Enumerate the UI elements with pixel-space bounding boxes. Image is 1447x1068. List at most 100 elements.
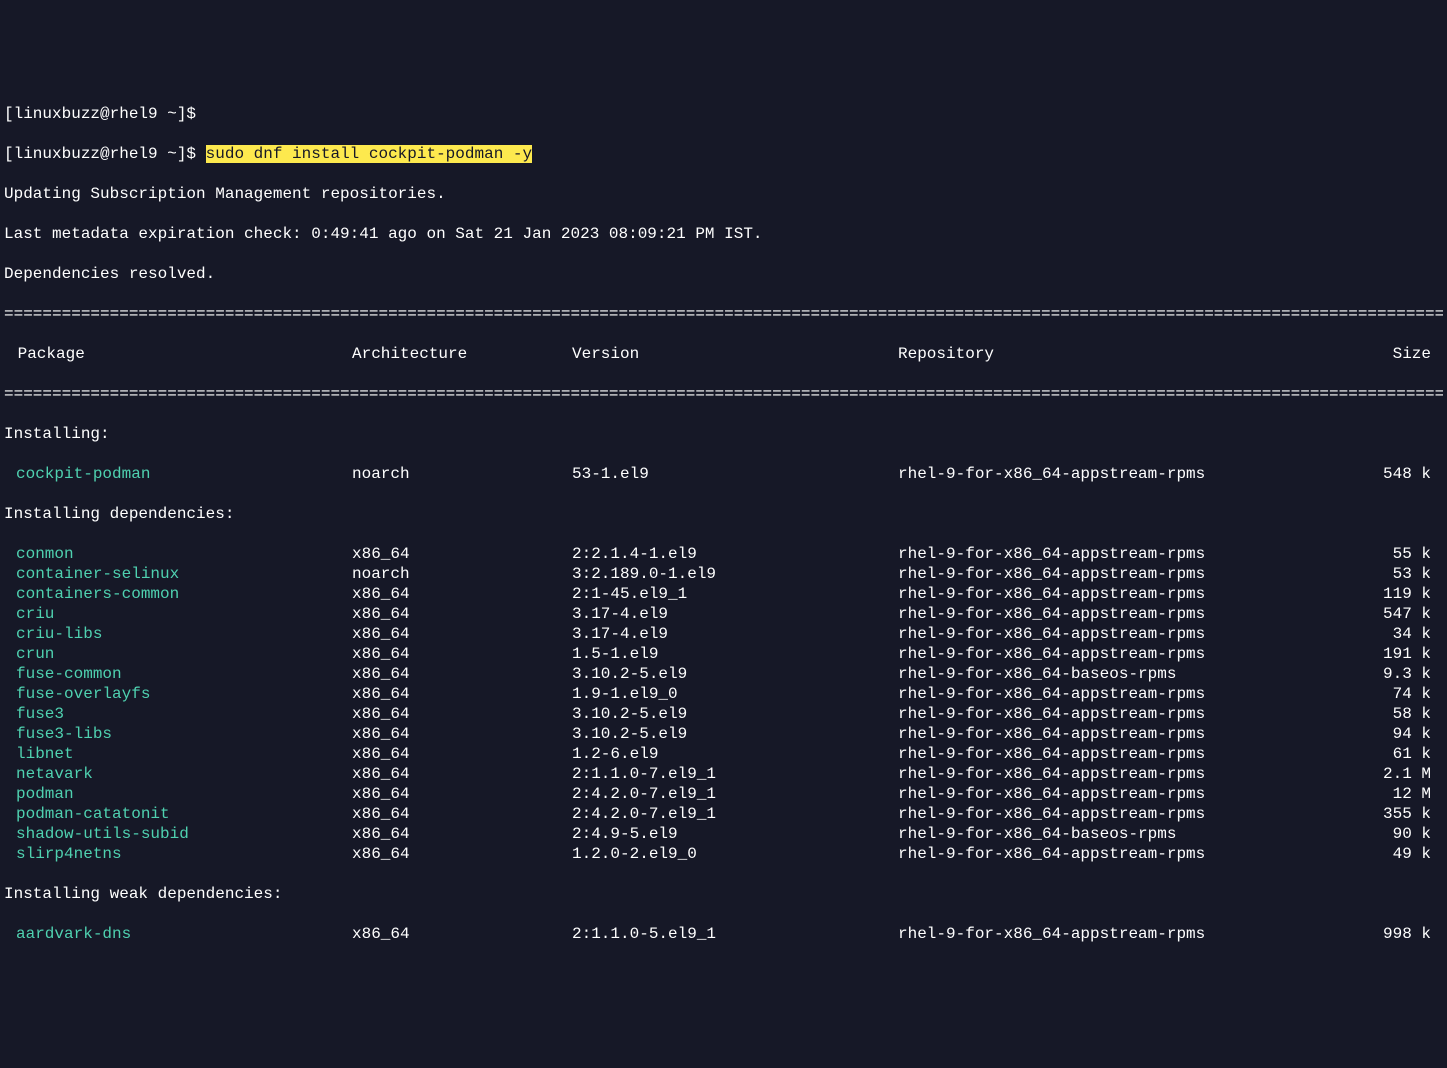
package-version: 3:2.189.0-1.el9 — [572, 564, 898, 584]
package-version: 2:2.1.4-1.el9 — [572, 544, 898, 564]
package-name: cockpit-podman — [4, 464, 352, 484]
header-repository: Repository — [898, 344, 1358, 364]
package-row: netavarkx86_642:1.1.0-7.el9_1rhel-9-for-… — [4, 764, 1443, 784]
package-arch: x86_64 — [352, 704, 572, 724]
package-arch: x86_64 — [352, 544, 572, 564]
package-version: 3.17-4.el9 — [572, 624, 898, 644]
package-row: podman-catatonitx86_642:4.2.0-7.el9_1rhe… — [4, 804, 1443, 824]
package-size: 53 k — [1358, 564, 1443, 584]
header-version: Version — [572, 344, 898, 364]
package-row: libnetx86_641.2-6.el9rhel-9-for-x86_64-a… — [4, 744, 1443, 764]
output-line: Last metadata expiration check: 0:49:41 … — [4, 224, 1443, 244]
package-size: 58 k — [1358, 704, 1443, 724]
package-repo: rhel-9-for-x86_64-appstream-rpms — [898, 544, 1358, 564]
package-repo: rhel-9-for-x86_64-appstream-rpms — [898, 644, 1358, 664]
package-name: crun — [4, 644, 352, 664]
package-row: fuse-overlayfsx86_641.9-1.el9_0rhel-9-fo… — [4, 684, 1443, 704]
package-size: 355 k — [1358, 804, 1443, 824]
package-arch: x86_64 — [352, 744, 572, 764]
package-name: podman — [4, 784, 352, 804]
package-version: 53-1.el9 — [572, 464, 898, 484]
package-row: slirp4netnsx86_641.2.0-2.el9_0rhel-9-for… — [4, 844, 1443, 864]
package-row: criu-libsx86_643.17-4.el9rhel-9-for-x86_… — [4, 624, 1443, 644]
package-version: 1.9-1.el9_0 — [572, 684, 898, 704]
package-size: 55 k — [1358, 544, 1443, 564]
package-row: containers-commonx86_642:1-45.el9_1rhel-… — [4, 584, 1443, 604]
package-arch: x86_64 — [352, 764, 572, 784]
package-row: fuse3x86_643.10.2-5.el9rhel-9-for-x86_64… — [4, 704, 1443, 724]
package-row: cockpit-podmannoarch53-1.el9rhel-9-for-x… — [4, 464, 1443, 484]
package-size: 119 k — [1358, 584, 1443, 604]
section-installing-deps: Installing dependencies: — [4, 504, 1443, 524]
package-repo: rhel-9-for-x86_64-appstream-rpms — [898, 844, 1358, 864]
package-arch: noarch — [352, 564, 572, 584]
package-arch: x86_64 — [352, 644, 572, 664]
package-version: 1.2-6.el9 — [572, 744, 898, 764]
package-size: 191 k — [1358, 644, 1443, 664]
package-name: fuse3-libs — [4, 724, 352, 744]
package-size: 49 k — [1358, 844, 1443, 864]
package-size: 998 k — [1358, 924, 1443, 944]
package-size: 2.1 M — [1358, 764, 1443, 784]
package-name: fuse-common — [4, 664, 352, 684]
package-size: 61 k — [1358, 744, 1443, 764]
package-name: fuse-overlayfs — [4, 684, 352, 704]
package-name: criu-libs — [4, 624, 352, 644]
header-architecture: Architecture — [352, 344, 572, 364]
package-arch: x86_64 — [352, 784, 572, 804]
package-repo: rhel-9-for-x86_64-appstream-rpms — [898, 584, 1358, 604]
package-name: conmon — [4, 544, 352, 564]
package-arch: x86_64 — [352, 844, 572, 864]
package-arch: x86_64 — [352, 604, 572, 624]
package-repo: rhel-9-for-x86_64-appstream-rpms — [898, 684, 1358, 704]
package-repo: rhel-9-for-x86_64-appstream-rpms — [898, 464, 1358, 484]
package-version: 3.17-4.el9 — [572, 604, 898, 624]
command-text: sudo dnf install cockpit-podman -y — [206, 145, 532, 163]
package-row: criux86_643.17-4.el9rhel-9-for-x86_64-ap… — [4, 604, 1443, 624]
package-row: container-selinuxnoarch3:2.189.0-1.el9rh… — [4, 564, 1443, 584]
package-arch: noarch — [352, 464, 572, 484]
package-size: 9.3 k — [1358, 664, 1443, 684]
output-line: Updating Subscription Management reposit… — [4, 184, 1443, 204]
package-version: 2:1.1.0-7.el9_1 — [572, 764, 898, 784]
package-name: slirp4netns — [4, 844, 352, 864]
package-row: crunx86_641.5-1.el9rhel-9-for-x86_64-app… — [4, 644, 1443, 664]
divider-line: ========================================… — [4, 304, 1443, 324]
package-arch: x86_64 — [352, 584, 572, 604]
divider-line: ========================================… — [4, 384, 1443, 404]
package-version: 2:1-45.el9_1 — [572, 584, 898, 604]
package-size: 34 k — [1358, 624, 1443, 644]
package-size: 94 k — [1358, 724, 1443, 744]
package-version: 2:4.9-5.el9 — [572, 824, 898, 844]
package-repo: rhel-9-for-x86_64-appstream-rpms — [898, 564, 1358, 584]
package-row: fuse3-libsx86_643.10.2-5.el9rhel-9-for-x… — [4, 724, 1443, 744]
package-name: aardvark-dns — [4, 924, 352, 944]
prompt-line-1[interactable]: [linuxbuzz@rhel9 ~]$ — [4, 104, 1443, 124]
package-size: 547 k — [1358, 604, 1443, 624]
package-arch: x86_64 — [352, 724, 572, 744]
package-arch: x86_64 — [352, 804, 572, 824]
prompt-line-2[interactable]: [linuxbuzz@rhel9 ~]$ sudo dnf install co… — [4, 144, 1443, 164]
package-arch: x86_64 — [352, 684, 572, 704]
package-version: 1.2.0-2.el9_0 — [572, 844, 898, 864]
table-header: Package Architecture Version Repository … — [4, 344, 1443, 364]
terminal-output: [linuxbuzz@rhel9 ~]$ [linuxbuzz@rhel9 ~]… — [4, 84, 1443, 964]
package-repo: rhel-9-for-x86_64-appstream-rpms — [898, 604, 1358, 624]
package-repo: rhel-9-for-x86_64-appstream-rpms — [898, 744, 1358, 764]
package-size: 90 k — [1358, 824, 1443, 844]
package-repo: rhel-9-for-x86_64-appstream-rpms — [898, 704, 1358, 724]
package-arch: x86_64 — [352, 924, 572, 944]
package-name: shadow-utils-subid — [4, 824, 352, 844]
package-arch: x86_64 — [352, 824, 572, 844]
header-package: Package — [8, 344, 352, 364]
package-version: 2:1.1.0-5.el9_1 — [572, 924, 898, 944]
package-repo: rhel-9-for-x86_64-appstream-rpms — [898, 804, 1358, 824]
package-name: fuse3 — [4, 704, 352, 724]
package-name: container-selinux — [4, 564, 352, 584]
section-installing-weak: Installing weak dependencies: — [4, 884, 1443, 904]
package-row: aardvark-dnsx86_642:1.1.0-5.el9_1rhel-9-… — [4, 924, 1443, 944]
shell-prompt: [linuxbuzz@rhel9 ~]$ — [4, 145, 206, 163]
section-installing: Installing: — [4, 424, 1443, 444]
header-size: Size — [1358, 344, 1443, 364]
package-name: podman-catatonit — [4, 804, 352, 824]
